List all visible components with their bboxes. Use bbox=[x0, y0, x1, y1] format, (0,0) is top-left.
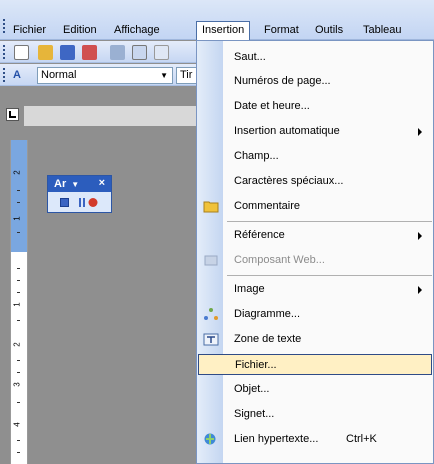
comment-icon bbox=[203, 201, 219, 213]
print-icon[interactable] bbox=[110, 45, 125, 60]
web-component-icon bbox=[204, 255, 218, 266]
close-icon[interactable]: × bbox=[99, 177, 105, 189]
save-icon[interactable] bbox=[60, 45, 75, 60]
toolbar-grip[interactable] bbox=[3, 68, 5, 82]
menu-tableau[interactable]: Tableau bbox=[358, 21, 407, 40]
menu-item-lien-hypertexte[interactable]: Lien hypertexte... Ctrl+K bbox=[198, 429, 432, 450]
menu-item-fichier[interactable]: Fichier... bbox=[198, 354, 432, 375]
menu-item-saut[interactable]: Saut... bbox=[198, 47, 432, 68]
font-value: Tir bbox=[180, 69, 193, 81]
ruler-number: 1 bbox=[12, 302, 22, 307]
menu-bar: Fichier Edition Affichage Insertion Form… bbox=[0, 0, 434, 40]
submenu-arrow-icon bbox=[418, 128, 422, 136]
new-document-icon[interactable] bbox=[14, 45, 29, 60]
menu-insertion[interactable]: Insertion bbox=[196, 21, 251, 40]
permission-icon[interactable] bbox=[82, 45, 97, 60]
chevron-down-icon: ▼ bbox=[160, 71, 168, 80]
diagram-icon bbox=[204, 308, 218, 320]
menu-item-zone-de-texte[interactable]: Zone de texte bbox=[198, 329, 432, 350]
menu-item-reference[interactable]: Référence bbox=[198, 225, 432, 246]
menu-item-composant-web[interactable]: Composant Web... bbox=[198, 250, 432, 271]
menu-edition[interactable]: Edition bbox=[58, 21, 102, 40]
spelling-icon[interactable] bbox=[154, 45, 169, 60]
submenu-arrow-icon bbox=[418, 232, 422, 240]
menu-item-objet[interactable]: Objet... bbox=[198, 379, 432, 400]
menu-item-champ[interactable]: Champ... bbox=[198, 146, 432, 167]
textbox-icon bbox=[203, 333, 219, 346]
ruler-number: 2 bbox=[12, 342, 22, 347]
chevron-down-icon[interactable]: ▼ bbox=[71, 180, 79, 189]
stop-recording-icon[interactable] bbox=[60, 198, 69, 207]
menu-item-commentaire[interactable]: Commentaire bbox=[198, 196, 432, 217]
menu-affichage[interactable]: Affichage bbox=[109, 21, 165, 40]
menu-item-signet[interactable]: Signet... bbox=[198, 404, 432, 425]
print-preview-icon[interactable] bbox=[132, 45, 147, 60]
floating-toolbar[interactable]: Ar ▼ × bbox=[47, 175, 112, 213]
menu-outils[interactable]: Outils bbox=[310, 21, 348, 40]
submenu-arrow-icon bbox=[418, 286, 422, 294]
toolbar-grip[interactable] bbox=[3, 45, 5, 59]
styles-icon[interactable]: A bbox=[13, 68, 28, 83]
ruler-number: 1 bbox=[12, 216, 22, 221]
ruler-number: 4 bbox=[12, 422, 22, 427]
style-select[interactable]: Normal ▼ bbox=[37, 67, 173, 84]
menu-fichier[interactable]: Fichier bbox=[8, 21, 51, 40]
hyperlink-icon bbox=[204, 433, 216, 445]
menu-item-caracteres-speciaux[interactable]: Caractères spéciaux... bbox=[198, 171, 432, 192]
menu-item-date-et-heure[interactable]: Date et heure... bbox=[198, 96, 432, 117]
menu-item-numeros-de-page[interactable]: Numéros de page... bbox=[198, 71, 432, 92]
insertion-menu: Saut... Numéros de page... Date et heure… bbox=[196, 40, 434, 464]
menu-format[interactable]: Format bbox=[259, 21, 304, 40]
ruler-number: 2 bbox=[12, 170, 22, 175]
tab-selector[interactable] bbox=[6, 108, 19, 121]
vertical-ruler: 2 1 1 2 3 4 bbox=[10, 140, 28, 464]
menubar-grip[interactable] bbox=[3, 19, 5, 33]
pause-recording-icon[interactable] bbox=[77, 197, 101, 208]
menu-item-diagramme[interactable]: Diagramme... bbox=[198, 304, 432, 325]
shortcut-label: Ctrl+K bbox=[346, 433, 377, 445]
menu-item-insertion-automatique[interactable]: Insertion automatique bbox=[198, 121, 432, 142]
open-folder-icon[interactable] bbox=[38, 45, 53, 60]
style-value: Normal bbox=[41, 69, 77, 81]
ruler-number: 3 bbox=[12, 382, 22, 387]
menu-item-image[interactable]: Image bbox=[198, 279, 432, 300]
